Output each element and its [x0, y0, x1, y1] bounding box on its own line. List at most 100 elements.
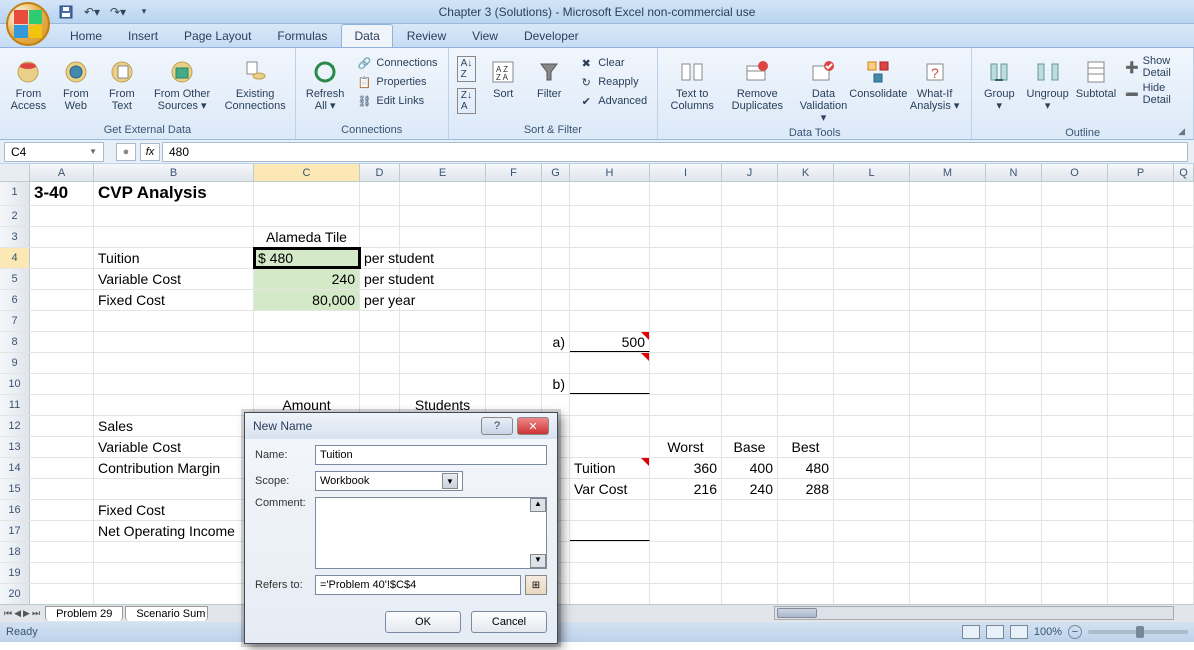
- cell-H8[interactable]: 500: [570, 332, 650, 352]
- name-box-dropdown-icon[interactable]: ▼: [89, 147, 97, 156]
- page-break-view-button[interactable]: [1010, 625, 1028, 639]
- col-M[interactable]: M: [910, 164, 986, 181]
- dialog-help-button[interactable]: ?: [481, 417, 513, 435]
- cell-D6[interactable]: per year: [360, 290, 400, 310]
- cell-C3[interactable]: Alameda Tile: [254, 227, 360, 247]
- dialog-title-bar[interactable]: New Name ? ✕: [245, 413, 557, 439]
- hscroll-thumb[interactable]: [777, 608, 817, 618]
- sheet-last-icon[interactable]: ⏭: [32, 608, 40, 619]
- cell-I13[interactable]: Worst: [650, 437, 722, 457]
- cell-C6[interactable]: 80,000: [254, 290, 360, 310]
- tab-review[interactable]: Review: [395, 25, 458, 47]
- col-K[interactable]: K: [778, 164, 834, 181]
- col-Q[interactable]: Q: [1174, 164, 1194, 181]
- from-text-button[interactable]: From Text: [101, 54, 143, 114]
- range-picker-button[interactable]: ⊞: [525, 575, 547, 595]
- col-A[interactable]: A: [30, 164, 94, 181]
- show-detail-button[interactable]: ➕Show Detail: [1121, 54, 1187, 80]
- cancel-button[interactable]: Cancel: [471, 611, 547, 633]
- cell-K15[interactable]: 288: [778, 479, 834, 499]
- cell-D4[interactable]: per student: [360, 248, 400, 268]
- col-G[interactable]: G: [542, 164, 570, 181]
- horizontal-scrollbar[interactable]: [774, 606, 1174, 620]
- cell-I14[interactable]: 360: [650, 458, 722, 478]
- tab-insert[interactable]: Insert: [116, 25, 170, 47]
- cell-J13[interactable]: Base: [722, 437, 778, 457]
- scroll-down-icon[interactable]: ▼: [530, 554, 546, 568]
- formula-input[interactable]: 480: [162, 142, 1188, 162]
- scroll-up-icon[interactable]: ▲: [530, 498, 546, 512]
- redo-icon[interactable]: ↷▾: [110, 4, 126, 20]
- cell-H15[interactable]: Var Cost: [570, 479, 650, 499]
- subtotal-button[interactable]: Subtotal: [1075, 54, 1117, 102]
- cell-G8[interactable]: a): [542, 332, 570, 352]
- cell-B12[interactable]: Sales: [94, 416, 254, 436]
- cell-G10[interactable]: b): [542, 374, 570, 394]
- sort-desc-button[interactable]: Z↓A: [455, 86, 479, 116]
- cell-D5[interactable]: per student: [360, 269, 400, 289]
- ungroup-button[interactable]: Ungroup ▾: [1024, 54, 1071, 114]
- clear-button[interactable]: ✖Clear: [574, 54, 651, 72]
- filter-button[interactable]: Filter: [528, 54, 570, 102]
- chevron-down-icon[interactable]: ▼: [442, 473, 458, 489]
- cell-B4[interactable]: Tuition: [94, 248, 254, 268]
- from-web-button[interactable]: From Web: [55, 54, 97, 114]
- tab-page-layout[interactable]: Page Layout: [172, 25, 263, 47]
- cell-B6[interactable]: Fixed Cost: [94, 290, 254, 310]
- undo-icon[interactable]: ↶▾: [84, 4, 100, 20]
- col-D[interactable]: D: [360, 164, 400, 181]
- col-I[interactable]: I: [650, 164, 722, 181]
- zoom-slider[interactable]: [1088, 630, 1188, 634]
- from-other-sources-button[interactable]: From Other Sources ▾: [147, 54, 218, 114]
- comment-textarea[interactable]: ▲▼: [315, 497, 547, 569]
- advanced-button[interactable]: ✔Advanced: [574, 92, 651, 110]
- group-button[interactable]: Group ▾: [978, 54, 1020, 114]
- cell-J15[interactable]: 240: [722, 479, 778, 499]
- hide-detail-button[interactable]: ➖Hide Detail: [1121, 81, 1187, 107]
- col-E[interactable]: E: [400, 164, 486, 181]
- normal-view-button[interactable]: [962, 625, 980, 639]
- name-box[interactable]: C4▼: [4, 142, 104, 162]
- sort-button[interactable]: A ZZ ASort: [482, 54, 524, 102]
- zoom-out-icon[interactable]: −: [1068, 625, 1082, 639]
- sheet-next-icon[interactable]: ▶: [23, 608, 30, 619]
- tab-developer[interactable]: Developer: [512, 25, 591, 47]
- select-all-corner[interactable]: [0, 164, 30, 181]
- zoom-thumb[interactable]: [1136, 626, 1144, 638]
- cancel-formula-icon[interactable]: ●: [116, 143, 136, 161]
- office-button[interactable]: [6, 2, 50, 46]
- col-P[interactable]: P: [1108, 164, 1174, 181]
- properties-button[interactable]: 📋Properties: [352, 73, 441, 91]
- cell-B5[interactable]: Variable Cost: [94, 269, 254, 289]
- consolidate-button[interactable]: Consolidate: [857, 54, 900, 102]
- save-icon[interactable]: [58, 4, 74, 20]
- sheet-first-icon[interactable]: ⏮: [4, 608, 12, 619]
- outline-dialog-launcher[interactable]: ◢: [1176, 126, 1187, 137]
- col-F[interactable]: F: [486, 164, 542, 181]
- col-B[interactable]: B: [94, 164, 254, 181]
- cell-C5[interactable]: 240: [254, 269, 360, 289]
- sheet-tab-scenario[interactable]: Scenario Sum: [125, 606, 208, 621]
- text-to-columns-button[interactable]: Text to Columns: [664, 54, 720, 114]
- refers-to-input[interactable]: [315, 575, 521, 595]
- col-C[interactable]: C: [254, 164, 360, 181]
- page-layout-view-button[interactable]: [986, 625, 1004, 639]
- col-N[interactable]: N: [986, 164, 1042, 181]
- fx-button[interactable]: fx: [140, 143, 160, 161]
- connections-button[interactable]: 🔗Connections: [352, 54, 441, 72]
- dialog-close-button[interactable]: ✕: [517, 417, 549, 435]
- zoom-value[interactable]: 100%: [1034, 626, 1062, 638]
- sheet-tab-problem-29[interactable]: Problem 29: [45, 606, 123, 621]
- col-L[interactable]: L: [834, 164, 910, 181]
- ok-button[interactable]: OK: [385, 611, 461, 633]
- cell-C4-active[interactable]: $ 480: [254, 248, 360, 268]
- cell-B16[interactable]: Fixed Cost: [94, 500, 254, 520]
- cell-B17[interactable]: Net Operating Income: [94, 521, 254, 541]
- cell-B1[interactable]: CVP Analysis: [94, 182, 254, 205]
- scope-select[interactable]: Workbook▼: [315, 471, 463, 491]
- existing-connections-button[interactable]: Existing Connections: [221, 54, 288, 114]
- remove-duplicates-button[interactable]: Remove Duplicates: [724, 54, 790, 114]
- tab-home[interactable]: Home: [58, 25, 114, 47]
- cell-A1[interactable]: 3-40: [30, 182, 94, 205]
- cell-H14[interactable]: Tuition: [570, 458, 650, 478]
